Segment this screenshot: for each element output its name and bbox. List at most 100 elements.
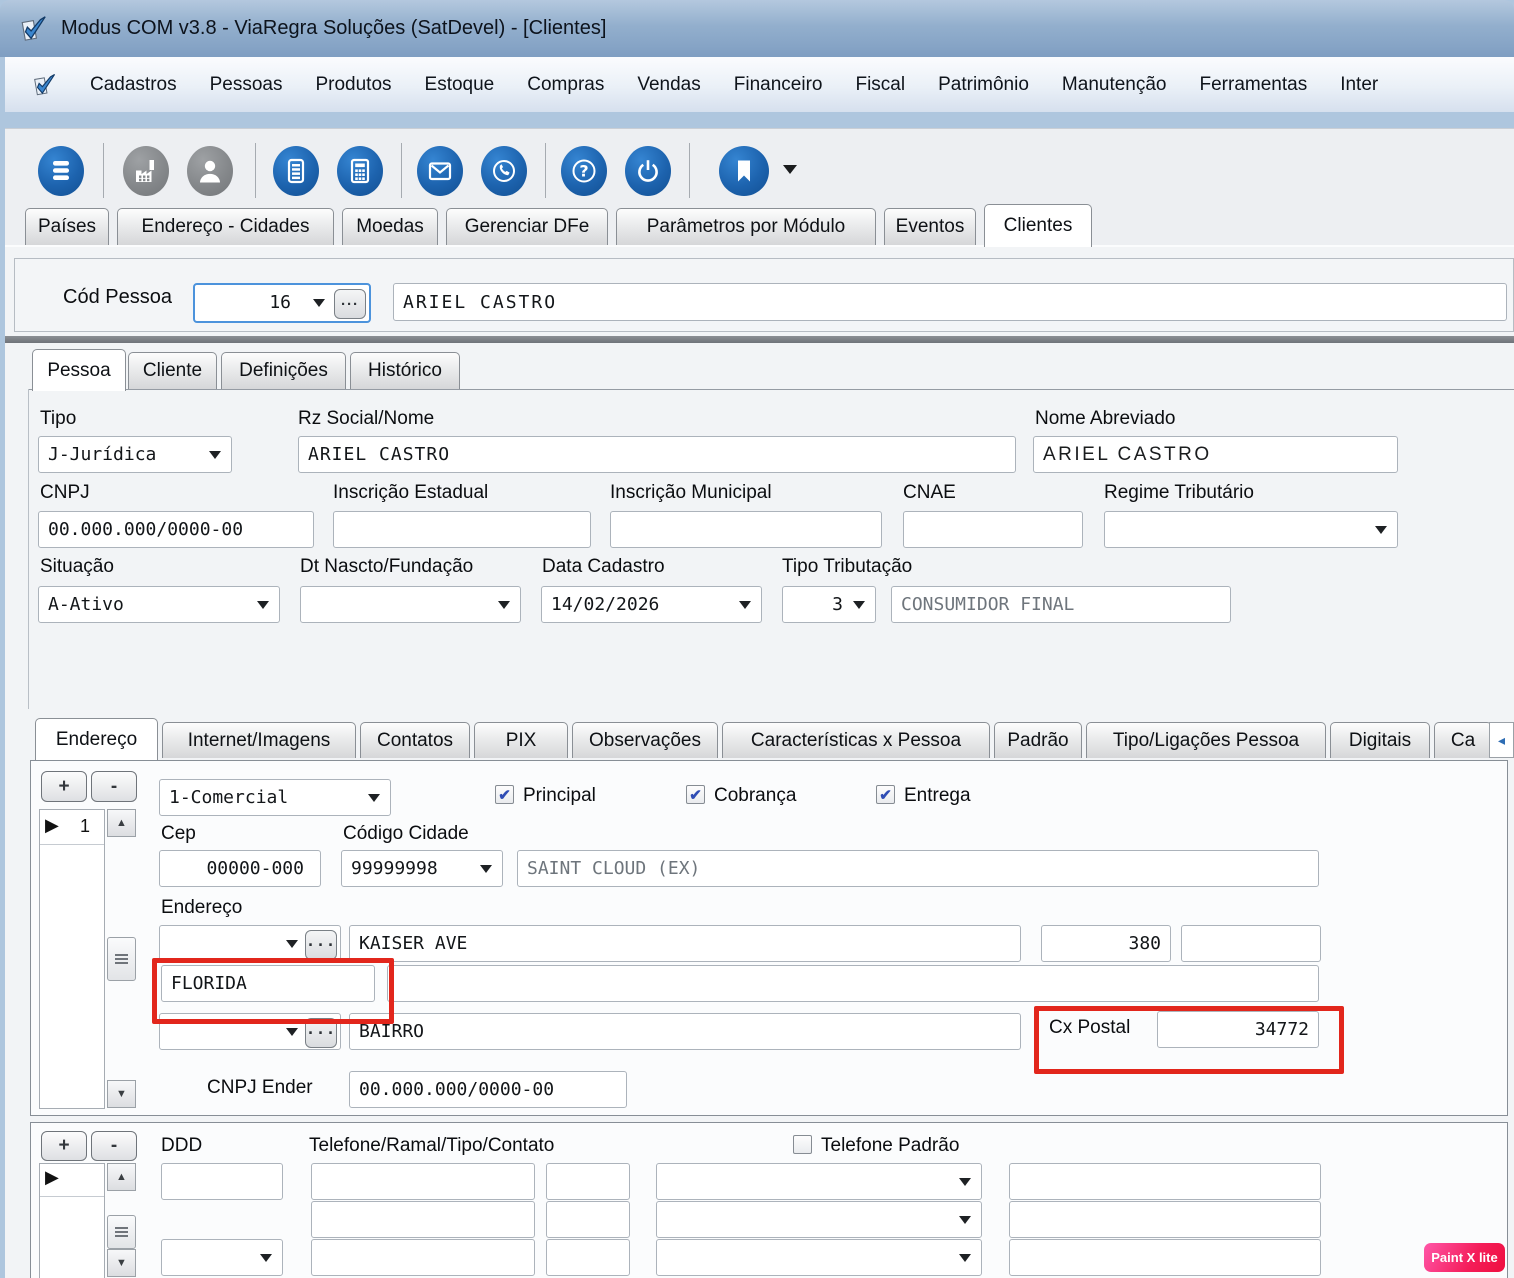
logradouro-lookup-button[interactable]: ··· bbox=[305, 930, 337, 960]
complemento-field[interactable] bbox=[1181, 925, 1321, 962]
tipo-endereco-combo[interactable]: 1-Comercial bbox=[159, 779, 391, 816]
situacao-combo[interactable]: A-Ativo bbox=[38, 586, 280, 623]
database-icon[interactable] bbox=[38, 146, 84, 196]
tab-tipo-ligacoes-pessoa[interactable]: Tipo/Ligações Pessoa bbox=[1086, 722, 1326, 758]
scroll-down-button[interactable]: ▼ bbox=[107, 1080, 136, 1108]
ddd-field-1[interactable] bbox=[161, 1163, 283, 1200]
menu-item-vendas[interactable]: Vendas bbox=[637, 74, 700, 96]
tipo-tributacao-combo[interactable]: 3 bbox=[782, 586, 876, 623]
address-record-list[interactable]: ▶ 1 bbox=[39, 809, 105, 1109]
entrega-checkbox[interactable]: ✔ bbox=[876, 785, 895, 804]
tab-endereco-cidades[interactable]: Endereço - Cidades bbox=[117, 208, 334, 245]
contato-field-1[interactable] bbox=[1009, 1163, 1321, 1200]
tab-observacoes[interactable]: Observações bbox=[572, 722, 718, 758]
tab-pix[interactable]: PIX bbox=[474, 722, 568, 758]
scroll-up-button[interactable]: ▲ bbox=[107, 809, 136, 837]
cod-pessoa-combo[interactable]: 16 ··· bbox=[193, 283, 371, 323]
ddd-combo-3[interactable] bbox=[161, 1239, 283, 1276]
tab-digitais[interactable]: Digitais bbox=[1330, 722, 1430, 758]
bookmark-icon[interactable] bbox=[719, 146, 769, 196]
chevron-down-icon[interactable] bbox=[498, 601, 510, 609]
tipo-combo[interactable]: J-Jurídica bbox=[38, 436, 232, 473]
tab-parametros-por-modulo[interactable]: Parâmetros por Módulo bbox=[616, 208, 876, 245]
remove-phone-button[interactable]: - bbox=[91, 1131, 137, 1161]
scrollbar-thumb[interactable] bbox=[107, 1215, 136, 1249]
tab-eventos[interactable]: Eventos bbox=[884, 208, 976, 245]
scroll-up-button[interactable]: ▲ bbox=[107, 1163, 136, 1191]
chevron-down-icon[interactable] bbox=[1375, 526, 1387, 534]
cep-field[interactable]: 00000-000 bbox=[159, 850, 321, 887]
tab-endereco[interactable]: Endereço bbox=[35, 718, 158, 760]
menu-item-fiscal[interactable]: Fiscal bbox=[855, 74, 905, 96]
telefone-field-3[interactable] bbox=[311, 1239, 535, 1276]
tab-paises[interactable]: Países bbox=[25, 208, 109, 245]
person-icon[interactable] bbox=[187, 146, 233, 196]
chevron-down-icon[interactable] bbox=[959, 1178, 971, 1186]
numero-field[interactable]: 380 bbox=[1041, 925, 1171, 962]
scrollbar-thumb[interactable] bbox=[107, 937, 136, 981]
person-name-field[interactable]: ARIEL CASTRO bbox=[393, 283, 1507, 321]
calculator-icon[interactable] bbox=[337, 146, 383, 196]
chevron-down-icon[interactable] bbox=[260, 1254, 272, 1262]
tab-moedas[interactable]: Moedas bbox=[342, 208, 438, 245]
chevron-down-icon[interactable] bbox=[286, 940, 298, 948]
principal-checkbox[interactable]: ✔ bbox=[495, 785, 514, 804]
chevron-down-icon[interactable] bbox=[480, 865, 492, 873]
scroll-down-button[interactable]: ▼ bbox=[107, 1249, 136, 1277]
tab-padrao[interactable]: Padrão bbox=[994, 722, 1082, 758]
chevron-down-icon[interactable] bbox=[959, 1216, 971, 1224]
menu-item-cadastros[interactable]: Cadastros bbox=[90, 74, 177, 96]
menu-item-financeiro[interactable]: Financeiro bbox=[734, 74, 823, 96]
chevron-down-icon[interactable] bbox=[209, 451, 221, 459]
tab-cliente[interactable]: Cliente bbox=[128, 352, 217, 389]
help-icon[interactable]: ? bbox=[561, 146, 607, 196]
menu-item-internet[interactable]: Inter bbox=[1340, 74, 1378, 96]
cnae-field[interactable] bbox=[903, 511, 1083, 548]
chevron-down-icon[interactable] bbox=[959, 1254, 971, 1262]
add-phone-button[interactable]: + bbox=[41, 1131, 87, 1161]
lookup-button[interactable]: ··· bbox=[334, 289, 366, 319]
cnpj-ender-field[interactable]: 00.000.000/0000-00 bbox=[349, 1071, 627, 1108]
tab-contatos[interactable]: Contatos bbox=[360, 722, 470, 758]
add-address-button[interactable]: + bbox=[41, 771, 87, 802]
logradouro-field[interactable]: KAISER AVE bbox=[349, 925, 1021, 962]
complemento2-field[interactable] bbox=[387, 965, 1319, 1002]
mail-icon[interactable] bbox=[417, 146, 463, 196]
contato-field-3[interactable] bbox=[1009, 1239, 1321, 1276]
dt-nascto-combo[interactable] bbox=[300, 586, 521, 623]
factory-icon[interactable] bbox=[123, 146, 169, 196]
tab-definicoes[interactable]: Definições bbox=[221, 352, 346, 389]
menu-item-compras[interactable]: Compras bbox=[527, 74, 604, 96]
tab-gerenciar-dfe[interactable]: Gerenciar DFe bbox=[446, 208, 608, 245]
chevron-down-icon[interactable] bbox=[783, 165, 797, 174]
menu-item-produtos[interactable]: Produtos bbox=[315, 74, 391, 96]
tab-clientes[interactable]: Clientes bbox=[984, 204, 1092, 247]
chevron-down-icon[interactable] bbox=[286, 1028, 298, 1036]
menu-item-patrimonio[interactable]: Patrimônio bbox=[938, 74, 1029, 96]
menu-item-manutencao[interactable]: Manutenção bbox=[1062, 74, 1167, 96]
tipo-logradouro-combo[interactable]: ··· bbox=[159, 925, 341, 962]
telefone-padrao-checkbox[interactable] bbox=[793, 1135, 812, 1154]
inscricao-estadual-field[interactable] bbox=[333, 511, 591, 548]
chevron-down-icon[interactable] bbox=[257, 601, 269, 609]
phone-record-list[interactable]: ▶ bbox=[39, 1163, 105, 1278]
phone-scrollbar[interactable]: ▲ ▼ bbox=[107, 1163, 136, 1278]
tipo-telefone-combo-1[interactable] bbox=[656, 1163, 982, 1200]
whatsapp-icon[interactable] bbox=[481, 146, 527, 196]
tipo-telefone-combo-3[interactable] bbox=[656, 1239, 982, 1276]
tab-internet-imagens[interactable]: Internet/Imagens bbox=[162, 722, 356, 758]
remove-address-button[interactable]: - bbox=[91, 771, 137, 802]
ramal-field-1[interactable] bbox=[546, 1163, 630, 1200]
codigo-cidade-combo[interactable]: 99999998 bbox=[341, 850, 503, 887]
cobranca-checkbox[interactable]: ✔ bbox=[686, 785, 705, 804]
document-icon[interactable] bbox=[273, 146, 319, 196]
menu-item-estoque[interactable]: Estoque bbox=[425, 74, 495, 96]
cnpj-field[interactable]: 00.000.000/0000-00 bbox=[38, 511, 314, 548]
data-cadastro-combo[interactable]: 14/02/2026 bbox=[541, 586, 762, 623]
menu-item-ferramentas[interactable]: Ferramentas bbox=[1200, 74, 1308, 96]
chevron-down-icon[interactable] bbox=[368, 794, 380, 802]
ramal-field-3[interactable] bbox=[546, 1239, 630, 1276]
telefone-field-2[interactable] bbox=[311, 1201, 535, 1238]
splitter-bar[interactable] bbox=[5, 336, 1514, 343]
tab-ca[interactable]: Ca bbox=[1434, 722, 1492, 758]
